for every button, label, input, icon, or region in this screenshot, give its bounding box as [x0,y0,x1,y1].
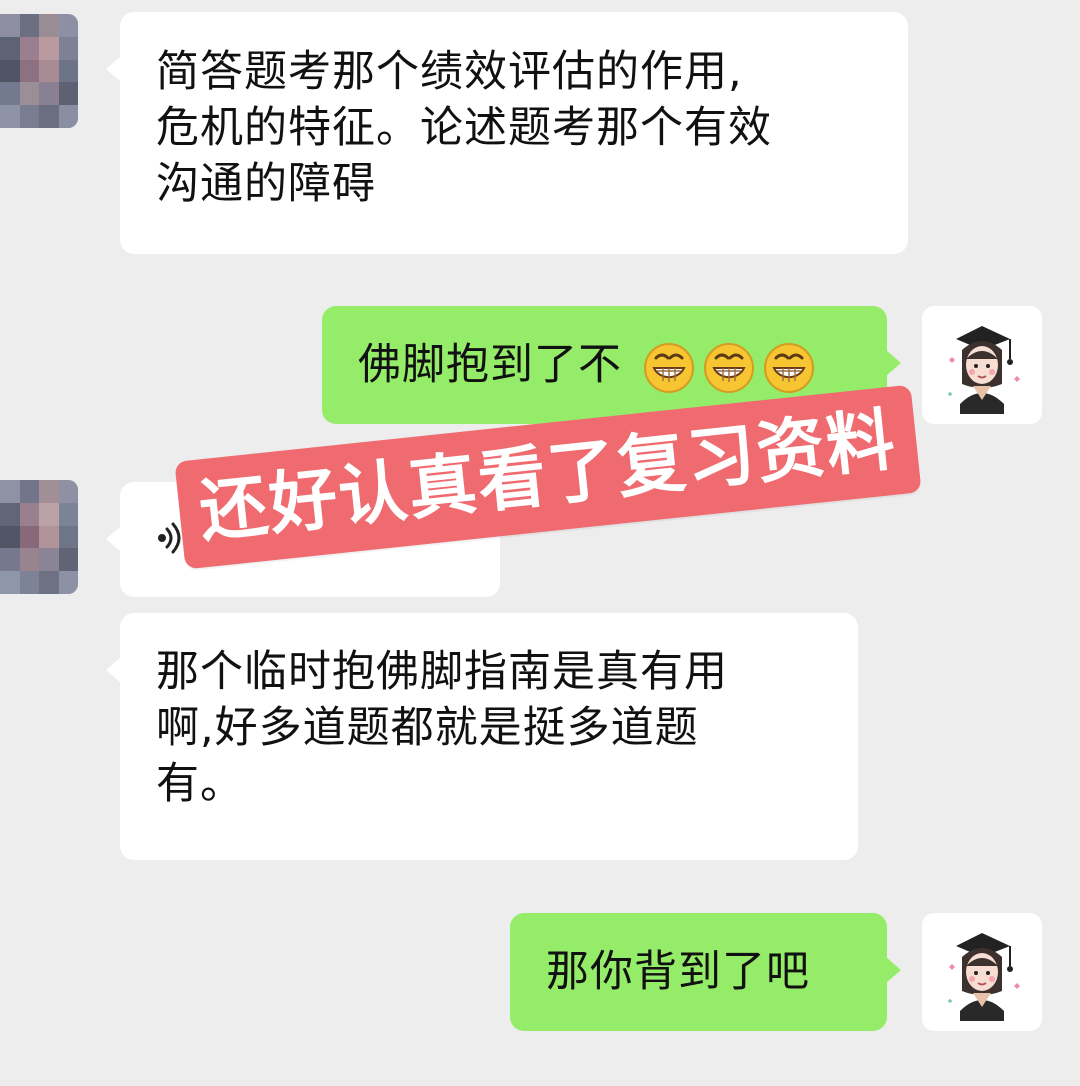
message-line: 那个临时抱佛脚指南是真有用 [156,647,728,697]
message-line: 危机的特征。论述题考那个有效 [156,103,772,153]
message-line: 有。 [156,759,244,809]
grinning-face-emoji-icon [643,342,694,393]
grinning-face-emoji-icon [703,342,754,393]
graduate-girl-avatar-icon [948,326,1020,414]
pixelated-avatar-icon [0,14,78,128]
message-text: 佛脚抱到了不 [358,340,622,390]
message-bubble-incoming[interactable]: 简答题考那个绩效评估的作用, 危机的特征。论述题考那个有效 沟通的障碍 [106,12,908,254]
outgoing-avatar[interactable] [922,306,1042,424]
grinning-face-emoji-icon [763,342,814,393]
message-bubble-incoming[interactable]: 那个临时抱佛脚指南是真有用 啊,好多道题都就是挺多道题 有。 [106,613,858,860]
message-line: 啊,好多道题都就是挺多道题 [156,703,699,753]
message-text: 那你背到了吧 [546,947,810,997]
graduate-girl-avatar-icon [948,933,1020,1021]
message-line: 简答题考那个绩效评估的作用, [156,47,743,97]
outgoing-avatar[interactable] [922,913,1042,1031]
incoming-avatar[interactable] [0,14,78,128]
incoming-avatar[interactable] [0,480,78,594]
message-bubble-outgoing[interactable]: 那你背到了吧 [510,913,901,1031]
message-line: 沟通的障碍 [156,159,376,209]
pixelated-avatar-icon [0,480,78,594]
